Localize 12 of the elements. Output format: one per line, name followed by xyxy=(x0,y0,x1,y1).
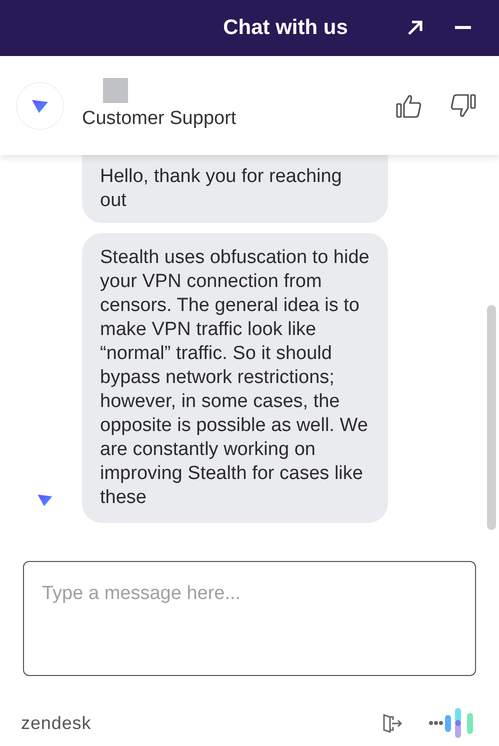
exit-icon xyxy=(381,712,403,734)
name-placeholder xyxy=(103,78,128,103)
message-input[interactable]: Type a message here... xyxy=(23,561,476,676)
agent-role: Customer Support xyxy=(82,106,236,131)
thumbs-down-icon xyxy=(449,92,477,120)
scrollbar[interactable] xyxy=(487,305,496,530)
brand-logo: zendesk xyxy=(21,712,92,734)
message-bubble: Stealth uses obfuscation to hide your VPN connection from censors. The general idea is to make VPN traffic look like “normal” traffic. So it should bypass network restrictions; however, in some cases, the opposite is possible as well. We are constantly working on improving Stealth for cases like these xyxy=(82,233,388,523)
arrow-icon xyxy=(406,19,424,37)
minus-icon xyxy=(455,26,471,30)
message-bubble: Hello, thank you for reaching out xyxy=(82,155,388,223)
chat-title: Chat with us xyxy=(222,15,349,42)
